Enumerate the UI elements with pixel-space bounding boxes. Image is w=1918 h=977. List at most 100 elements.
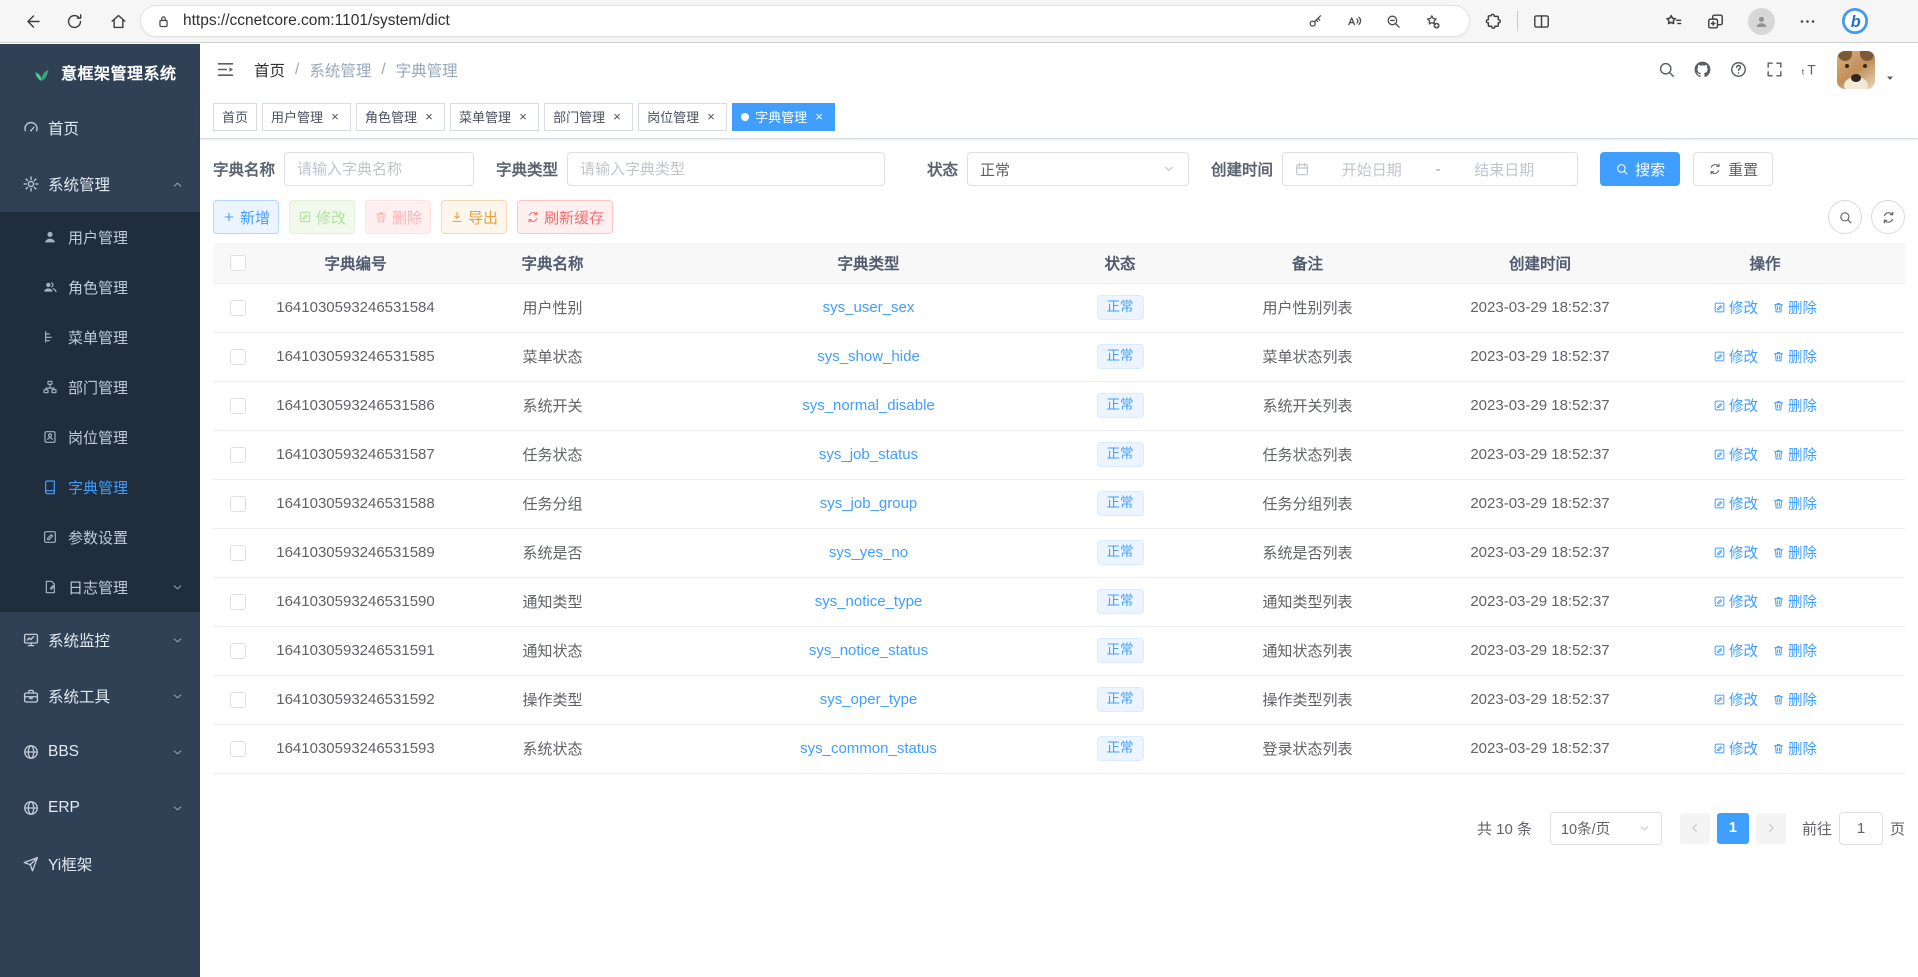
hamburger-icon[interactable] xyxy=(215,59,236,80)
dict-type-link[interactable]: sys_show_hide xyxy=(817,348,920,365)
browser-profile-button[interactable] xyxy=(1748,8,1775,35)
breadcrumb-item[interactable]: 首页 xyxy=(254,59,285,81)
refresh-icon[interactable] xyxy=(65,12,84,31)
dict-type-link[interactable]: sys_oper_type xyxy=(820,691,918,708)
github-icon[interactable] xyxy=(1693,60,1712,79)
address-bar[interactable]: https://ccnetcore.com:1101/system/dict xyxy=(140,5,1470,37)
row-checkbox[interactable] xyxy=(230,496,246,512)
sidebar-item-menu[interactable]: 菜单管理 xyxy=(0,312,200,362)
delete-row-link[interactable]: 删除 xyxy=(1772,493,1817,514)
refresh-table-button[interactable] xyxy=(1871,200,1905,234)
close-tab-icon[interactable]: × xyxy=(610,110,624,124)
zoom-out-icon[interactable] xyxy=(1385,13,1402,30)
search-icon[interactable] xyxy=(1657,60,1676,79)
user-avatar[interactable] xyxy=(1837,51,1875,89)
close-tab-icon[interactable]: × xyxy=(422,110,436,124)
date-range-picker[interactable]: 开始日期 - 结束日期 xyxy=(1282,152,1578,186)
delete-row-link[interactable]: 删除 xyxy=(1772,346,1817,367)
删除-button[interactable]: 删除 xyxy=(365,200,431,234)
tab-字典管理[interactable]: 字典管理× xyxy=(732,103,835,131)
新增-button[interactable]: 新增 xyxy=(213,200,279,234)
edit-row-link[interactable]: 修改 xyxy=(1713,738,1758,759)
tab-部门管理[interactable]: 部门管理× xyxy=(544,103,633,131)
sidebar-item-yi[interactable]: Yi框架 xyxy=(0,836,200,892)
row-checkbox[interactable] xyxy=(230,447,246,463)
edit-row-link[interactable]: 修改 xyxy=(1713,493,1758,514)
edit-row-link[interactable]: 修改 xyxy=(1713,640,1758,661)
修改-button[interactable]: 修改 xyxy=(289,200,355,234)
sidebar-item-config[interactable]: 参数设置 xyxy=(0,512,200,562)
password-icon[interactable] xyxy=(1307,13,1324,30)
edit-row-link[interactable]: 修改 xyxy=(1713,395,1758,416)
dict-type-link[interactable]: sys_notice_status xyxy=(809,642,928,659)
row-checkbox[interactable] xyxy=(230,398,246,414)
collections-icon[interactable] xyxy=(1706,12,1725,31)
edit-row-link[interactable]: 修改 xyxy=(1713,689,1758,710)
goto-page-input[interactable] xyxy=(1839,812,1883,845)
dict-name-input[interactable] xyxy=(284,152,474,186)
row-checkbox[interactable] xyxy=(230,741,246,757)
search-button[interactable]: 搜索 xyxy=(1600,152,1680,186)
delete-row-link[interactable]: 删除 xyxy=(1772,738,1817,759)
more-menu-icon[interactable] xyxy=(1798,12,1817,31)
next-page-button[interactable] xyxy=(1756,813,1786,844)
reset-button[interactable]: 重置 xyxy=(1693,152,1773,186)
sidebar-item-erp[interactable]: ERP xyxy=(0,780,200,836)
delete-row-link[interactable]: 删除 xyxy=(1772,591,1817,612)
edit-row-link[interactable]: 修改 xyxy=(1713,444,1758,465)
edit-row-link[interactable]: 修改 xyxy=(1713,297,1758,318)
row-checkbox[interactable] xyxy=(230,594,246,610)
current-page-button[interactable]: 1 xyxy=(1717,813,1749,844)
刷新缓存-button[interactable]: 刷新缓存 xyxy=(517,200,613,234)
fullscreen-icon[interactable] xyxy=(1765,60,1784,79)
sidebar-item-dept[interactable]: 部门管理 xyxy=(0,362,200,412)
delete-row-link[interactable]: 删除 xyxy=(1772,297,1817,318)
sidebar-item-role[interactable]: 角色管理 xyxy=(0,262,200,312)
delete-row-link[interactable]: 删除 xyxy=(1772,689,1817,710)
help-icon[interactable] xyxy=(1729,60,1748,79)
read-aloud-icon[interactable] xyxy=(1346,13,1363,30)
delete-row-link[interactable]: 删除 xyxy=(1772,395,1817,416)
dict-type-link[interactable]: sys_yes_no xyxy=(829,544,908,561)
tab-首页[interactable]: 首页 xyxy=(213,103,257,131)
sidebar-item-dict[interactable]: 字典管理 xyxy=(0,462,200,512)
favorites-icon[interactable] xyxy=(1664,12,1683,31)
sidebar-item-system[interactable]: 系统管理 xyxy=(0,156,200,212)
bing-copilot-icon[interactable]: b xyxy=(1840,6,1870,36)
row-checkbox[interactable] xyxy=(230,643,246,659)
dict-type-link[interactable]: sys_job_group xyxy=(820,495,918,512)
sidebar-item-home[interactable]: 首页 xyxy=(0,100,200,156)
sidebar-item-user[interactable]: 用户管理 xyxy=(0,212,200,262)
close-tab-icon[interactable]: × xyxy=(516,110,530,124)
edit-row-link[interactable]: 修改 xyxy=(1713,591,1758,612)
caret-down-icon[interactable] xyxy=(1884,72,1896,84)
tab-菜单管理[interactable]: 菜单管理× xyxy=(450,103,539,131)
dict-type-link[interactable]: sys_job_status xyxy=(819,446,918,463)
toggle-search-button[interactable] xyxy=(1828,200,1862,234)
url-text[interactable]: https://ccnetcore.com:1101/system/dict xyxy=(183,12,1307,30)
dict-type-link[interactable]: sys_normal_disable xyxy=(802,397,935,414)
row-checkbox[interactable] xyxy=(230,692,246,708)
导出-button[interactable]: 导出 xyxy=(441,200,507,234)
page-size-select[interactable]: 10条/页 xyxy=(1550,812,1662,845)
sidebar-item-log[interactable]: 日志管理 xyxy=(0,562,200,612)
dict-type-link[interactable]: sys_notice_type xyxy=(815,593,923,610)
delete-row-link[interactable]: 删除 xyxy=(1772,444,1817,465)
tab-角色管理[interactable]: 角色管理× xyxy=(356,103,445,131)
dict-type-input[interactable] xyxy=(567,152,885,186)
back-icon[interactable] xyxy=(24,12,43,31)
sidebar-item-post[interactable]: 岗位管理 xyxy=(0,412,200,462)
dict-type-link[interactable]: sys_common_status xyxy=(800,740,937,757)
status-select[interactable]: 正常 xyxy=(967,152,1189,186)
home-icon[interactable] xyxy=(109,12,128,31)
prev-page-button[interactable] xyxy=(1680,813,1710,844)
dict-type-link[interactable]: sys_user_sex xyxy=(823,299,915,316)
tab-岗位管理[interactable]: 岗位管理× xyxy=(638,103,727,131)
row-checkbox[interactable] xyxy=(230,545,246,561)
close-tab-icon[interactable]: × xyxy=(812,110,826,124)
favorite-add-icon[interactable] xyxy=(1424,13,1441,30)
sidebar-item-tool[interactable]: 系统工具 xyxy=(0,668,200,724)
extensions-icon[interactable] xyxy=(1484,12,1503,31)
edit-row-link[interactable]: 修改 xyxy=(1713,346,1758,367)
select-all-checkbox[interactable] xyxy=(230,255,246,271)
